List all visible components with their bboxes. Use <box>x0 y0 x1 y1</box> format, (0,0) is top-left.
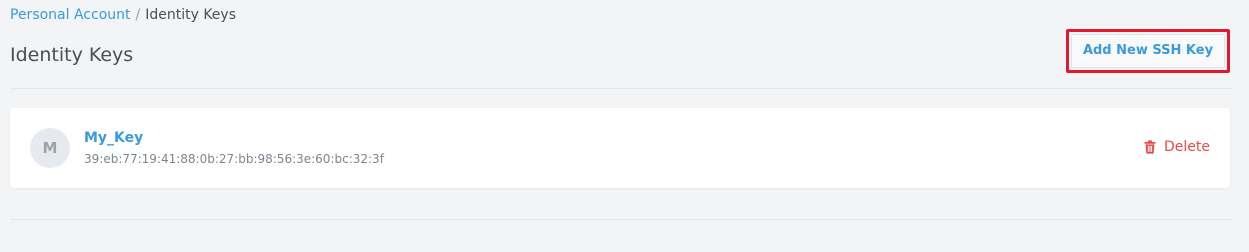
page-title: Identity Keys <box>10 44 134 66</box>
trash-icon <box>1144 140 1164 154</box>
delete-label: Delete <box>1164 139 1210 155</box>
breadcrumb-current: Identity Keys <box>145 7 236 23</box>
breadcrumb-separator: / <box>135 7 141 23</box>
key-fingerprint: 39:eb:77:19:41:88:0b:27:bb:98:56:3e:60:b… <box>84 152 384 166</box>
list-bottom-divider <box>10 219 1231 220</box>
ssh-key-card: M My_Key 39:eb:77:19:41:88:0b:27:bb:98:5… <box>10 108 1230 188</box>
key-avatar: M <box>30 128 70 168</box>
header-divider <box>10 88 1231 89</box>
key-name-link[interactable]: My_Key <box>84 129 143 147</box>
delete-key-button[interactable]: Delete <box>1144 138 1210 156</box>
breadcrumb-personal-account-link[interactable]: Personal Account <box>10 7 131 23</box>
breadcrumb: Personal Account / Identity Keys <box>10 6 236 24</box>
add-new-ssh-key-button[interactable]: Add New SSH Key <box>1071 34 1225 68</box>
